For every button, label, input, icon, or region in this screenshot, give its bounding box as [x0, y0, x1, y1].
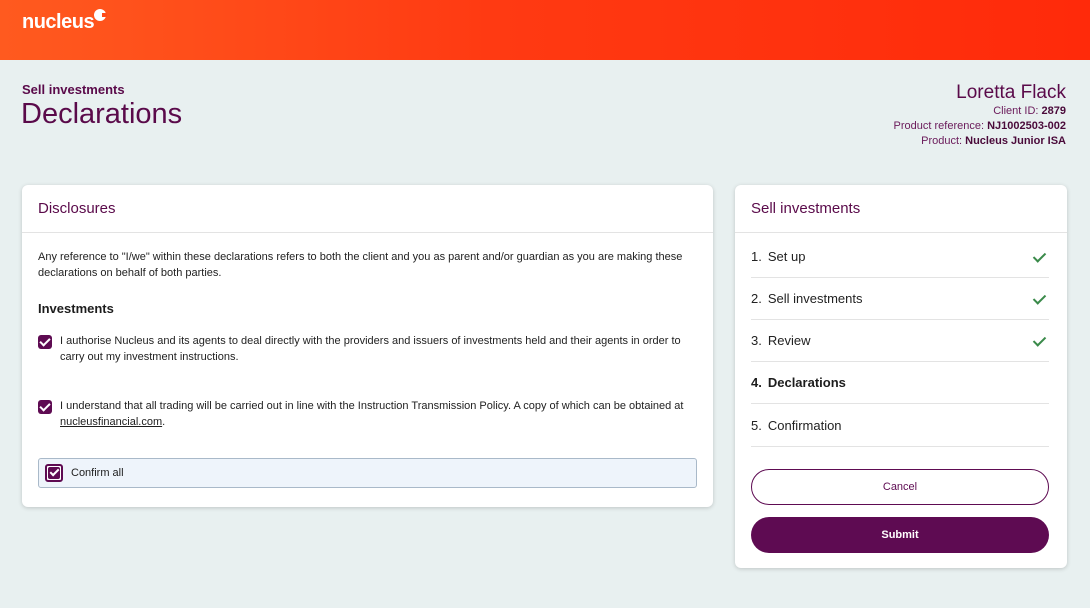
step-label: Review	[767, 333, 811, 348]
step-number: 5.	[751, 418, 762, 433]
declaration-trading-text-end: .	[162, 416, 166, 428]
client-name: Loretta Flack	[956, 82, 1066, 103]
step-label: Confirmation	[767, 418, 842, 433]
check-icon	[1032, 249, 1047, 263]
step-number: 4.	[751, 375, 762, 390]
declaration-authorise-text: I authorise Nucleus and its agents to de…	[60, 335, 681, 363]
declaration-trading-text: I understand that all trading will be ca…	[60, 398, 690, 430]
step-number: 1.	[751, 249, 762, 264]
confirm-all-label: Confirm all	[71, 467, 124, 479]
product-label: Product:	[921, 135, 963, 147]
disclosures-title: Disclosures	[22, 185, 713, 233]
product-reference: Product reference: NJ1002503-002	[894, 119, 1066, 134]
check-icon	[48, 467, 60, 479]
client-id-label: Client ID:	[993, 105, 1039, 117]
step-sell-investments[interactable]: 2. Sell investments	[751, 278, 1049, 320]
step-review[interactable]: 3. Review	[751, 320, 1049, 362]
declaration-trading-checkbox[interactable]	[38, 400, 52, 414]
step-label: Set up	[767, 249, 806, 264]
nucleusfinancial-link[interactable]: nucleusfinancial.com	[60, 416, 162, 428]
logo-mark-icon	[94, 9, 107, 21]
check-icon	[1032, 333, 1047, 347]
breadcrumb: Sell investments	[22, 82, 125, 97]
progress-title: Sell investments	[735, 185, 1067, 233]
product-reference-value: NJ1002503-002	[987, 120, 1066, 132]
step-declarations: 4. Declarations	[751, 362, 1049, 404]
product-value: Nucleus Junior ISA	[965, 135, 1066, 147]
step-number: 2.	[751, 291, 762, 306]
page-title: Declarations	[21, 98, 183, 130]
declaration-trading-text-main: I understand that all trading will be ca…	[60, 400, 684, 412]
nucleus-logo[interactable]: nucleus	[22, 11, 95, 34]
product: Product: Nucleus Junior ISA	[894, 134, 1066, 149]
disclosures-card: Disclosures Any reference to "I/we" with…	[22, 185, 713, 507]
check-icon	[1032, 291, 1047, 305]
step-confirmation: 5. Confirmation	[751, 405, 1049, 447]
step-number: 3.	[751, 333, 762, 348]
declaration-authorise: I authorise Nucleus and its agents to de…	[38, 333, 698, 365]
cancel-button[interactable]: Cancel	[751, 469, 1049, 505]
step-label: Declarations	[767, 375, 846, 390]
top-bar: nucleus	[0, 0, 1090, 60]
declaration-trading: I understand that all trading will be ca…	[38, 398, 698, 430]
disclosures-intro: Any reference to "I/we" within these dec…	[38, 251, 683, 279]
confirm-all-row[interactable]: Confirm all	[38, 458, 697, 488]
product-reference-label: Product reference:	[893, 120, 985, 132]
client-info: Loretta Flack Client ID: 2879 Product re…	[894, 82, 1066, 149]
client-id-value: 2879	[1041, 105, 1066, 117]
investments-heading: Investments	[38, 301, 114, 316]
progress-card: Sell investments 1. Set up 2. Sell inves…	[735, 185, 1067, 568]
confirm-all-checkbox[interactable]	[45, 464, 63, 482]
client-id: Client ID: 2879	[894, 104, 1066, 119]
declaration-authorise-checkbox[interactable]	[38, 335, 52, 349]
step-set-up[interactable]: 1. Set up	[751, 236, 1049, 278]
submit-button[interactable]: Submit	[751, 517, 1049, 553]
step-label: Sell investments	[767, 291, 863, 306]
